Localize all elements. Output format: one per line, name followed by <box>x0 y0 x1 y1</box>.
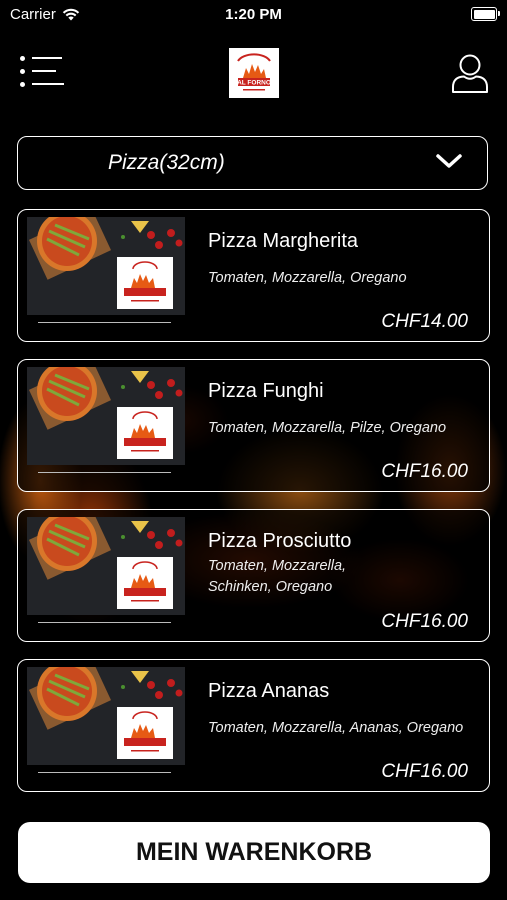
product-price: CHF14.00 <box>381 311 468 332</box>
product-card[interactable]: Pizza Ananas Tomaten, Mozzarella, Ananas… <box>17 659 490 792</box>
product-card[interactable]: Pizza Funghi Tomaten, Mozzarella, Pilze,… <box>17 359 490 492</box>
app-header: AL FORNO <box>0 40 507 110</box>
user-icon[interactable] <box>451 52 489 94</box>
product-card[interactable]: Pizza Prosciutto Tomaten, Mozzarella, Sc… <box>17 509 490 642</box>
status-bar: Carrier 1:20 PM <box>0 0 507 30</box>
product-description: Tomaten, Mozzarella, Schinken, Oregano <box>208 558 347 595</box>
image-divider <box>38 772 171 773</box>
category-dropdown[interactable]: Pizza(32cm) <box>17 136 488 190</box>
image-divider <box>38 472 171 473</box>
chevron-down-icon <box>436 154 462 168</box>
image-divider <box>38 622 171 623</box>
product-image <box>27 367 185 465</box>
product-name: Pizza Funghi <box>208 380 324 402</box>
product-description: Tomaten, Mozzarella, Ananas, Oregano <box>208 720 464 736</box>
cart-button[interactable]: MEIN WARENKORB <box>18 822 490 883</box>
image-divider <box>38 322 171 323</box>
product-image <box>27 217 185 315</box>
restaurant-logo: AL FORNO <box>229 48 279 98</box>
product-name: Pizza Ananas <box>208 680 330 702</box>
product-description: Tomaten, Mozzarella, Oregano <box>208 270 407 286</box>
product-image <box>27 667 185 765</box>
battery-icon <box>471 7 500 21</box>
product-price: CHF16.00 <box>381 461 468 482</box>
category-selected-label: Pizza(32cm) <box>108 151 225 174</box>
product-image <box>27 517 185 615</box>
product-price: CHF16.00 <box>381 761 468 782</box>
product-price: CHF16.00 <box>381 611 468 632</box>
status-time: 1:20 PM <box>225 6 282 23</box>
product-card[interactable]: Pizza Margherita Tomaten, Mozzarella, Or… <box>17 209 490 342</box>
product-description: Tomaten, Mozzarella, Pilze, Oregano <box>208 420 447 436</box>
product-name: Pizza Margherita <box>208 230 359 252</box>
product-name: Pizza Prosciutto <box>208 530 352 552</box>
svg-text:AL FORNO: AL FORNO <box>237 80 271 87</box>
menu-icon[interactable] <box>20 54 64 90</box>
